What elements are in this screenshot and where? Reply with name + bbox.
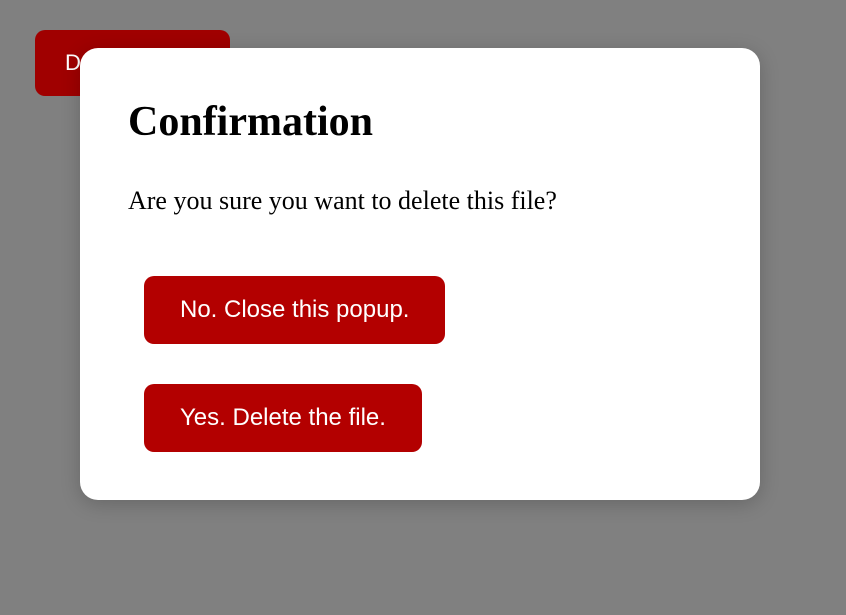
dialog-title: Confirmation <box>128 98 712 146</box>
confirmation-dialog: Confirmation Are you sure you want to de… <box>80 48 760 500</box>
cancel-button[interactable]: No. Close this popup. <box>144 276 445 344</box>
dialog-actions: No. Close this popup. Yes. Delete the fi… <box>128 276 712 452</box>
dialog-message: Are you sure you want to delete this fil… <box>128 186 712 216</box>
confirm-button[interactable]: Yes. Delete the file. <box>144 384 422 452</box>
